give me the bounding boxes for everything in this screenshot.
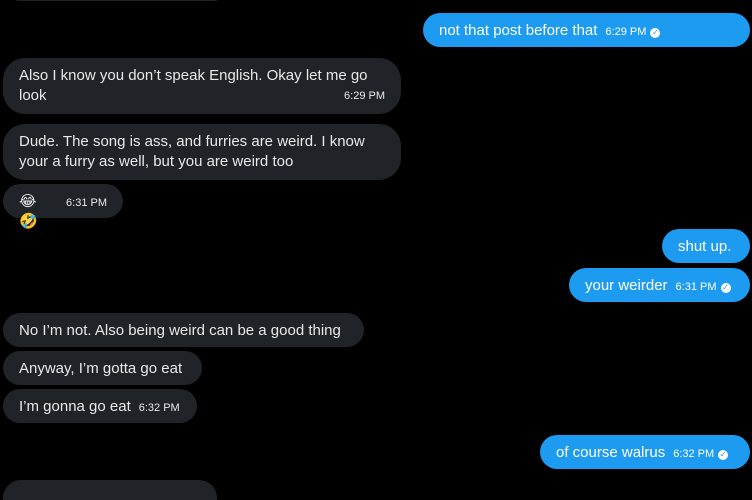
message-text: Dude. The song is ass, and furries are w…: [19, 133, 365, 170]
message-outgoing[interactable]: shut up.: [662, 229, 750, 263]
message-time: 6:29 PM: [344, 90, 385, 102]
message-text: Anyway, I’m gotta go eat: [19, 360, 183, 377]
message-outgoing[interactable]: of course walrus 6:32 PM ✓: [540, 435, 750, 469]
message-time: 6:31 PM: [66, 197, 107, 209]
message-text: of course walrus: [556, 444, 666, 461]
check-circle-icon: ✓: [650, 28, 661, 38]
message-text: shut up.: [678, 238, 732, 255]
message-time: 6:31 PM: [675, 281, 717, 293]
message-time: 6:29 PM: [605, 26, 647, 38]
message-incoming[interactable]: Dude. The song is ass, and furries are w…: [3, 124, 401, 180]
message-bubble-cropped-top: [3, 0, 231, 1]
message-text: your weirder: [585, 277, 668, 294]
message-text: I’m gonna go eat: [19, 398, 131, 415]
check-circle-icon: ✓: [720, 283, 731, 293]
message-incoming[interactable]: Anyway, I’m gotta go eat: [3, 351, 202, 385]
message-bubble-cropped-bottom: [3, 480, 217, 500]
message-time: 6:32 PM: [673, 448, 715, 460]
message-text: not that post before that: [439, 22, 598, 39]
message-incoming[interactable]: 😂 🤣 6:31 PM: [3, 184, 123, 230]
message-incoming[interactable]: I’m gonna go eat 6:32 PM: [3, 389, 197, 423]
check-circle-icon: ✓: [718, 450, 729, 460]
message-text: No I’m not. Also being weird can be a go…: [19, 322, 341, 339]
message-incoming[interactable]: Also I know you don’t speak English. Oka…: [3, 58, 401, 114]
message-incoming[interactable]: No I’m not. Also being weird can be a go…: [3, 313, 364, 347]
message-text: Also I know you don’t speak English. Oka…: [19, 67, 368, 104]
message-emoji: 😂 🤣: [19, 193, 38, 230]
message-outgoing[interactable]: not that post before that 6:29 PM ✓: [423, 13, 750, 47]
message-outgoing[interactable]: your weirder 6:31 PM ✓: [569, 268, 750, 302]
message-time: 6:32 PM: [138, 402, 180, 414]
